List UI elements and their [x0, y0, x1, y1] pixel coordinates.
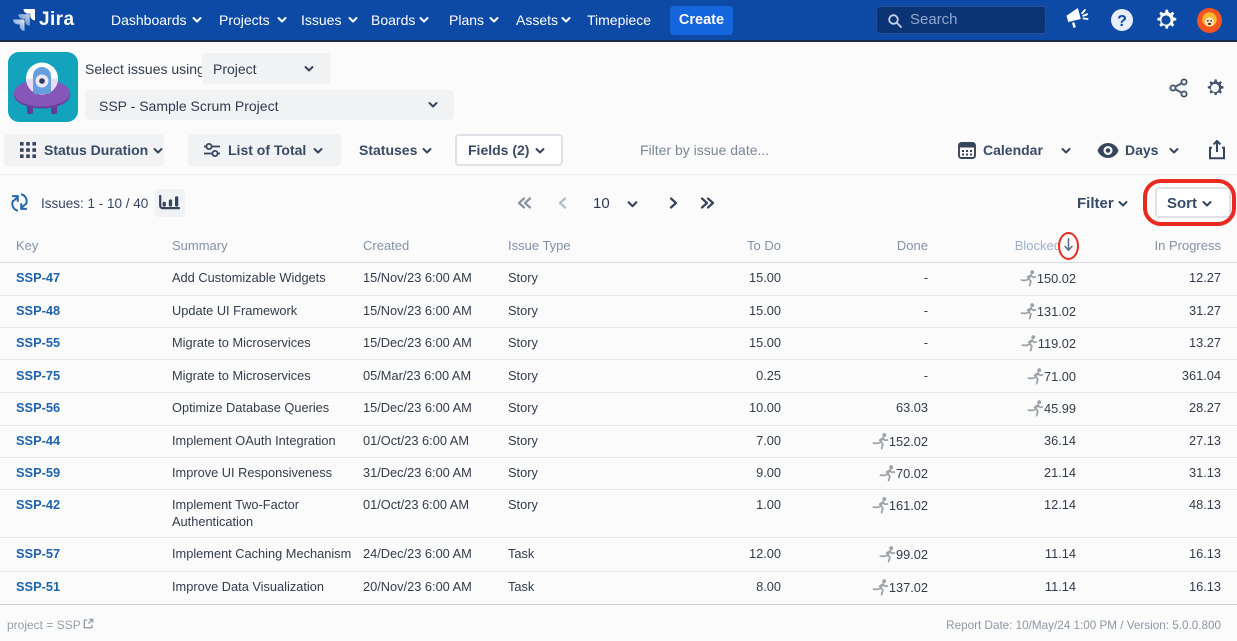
svg-text:?: ? — [1117, 13, 1127, 30]
